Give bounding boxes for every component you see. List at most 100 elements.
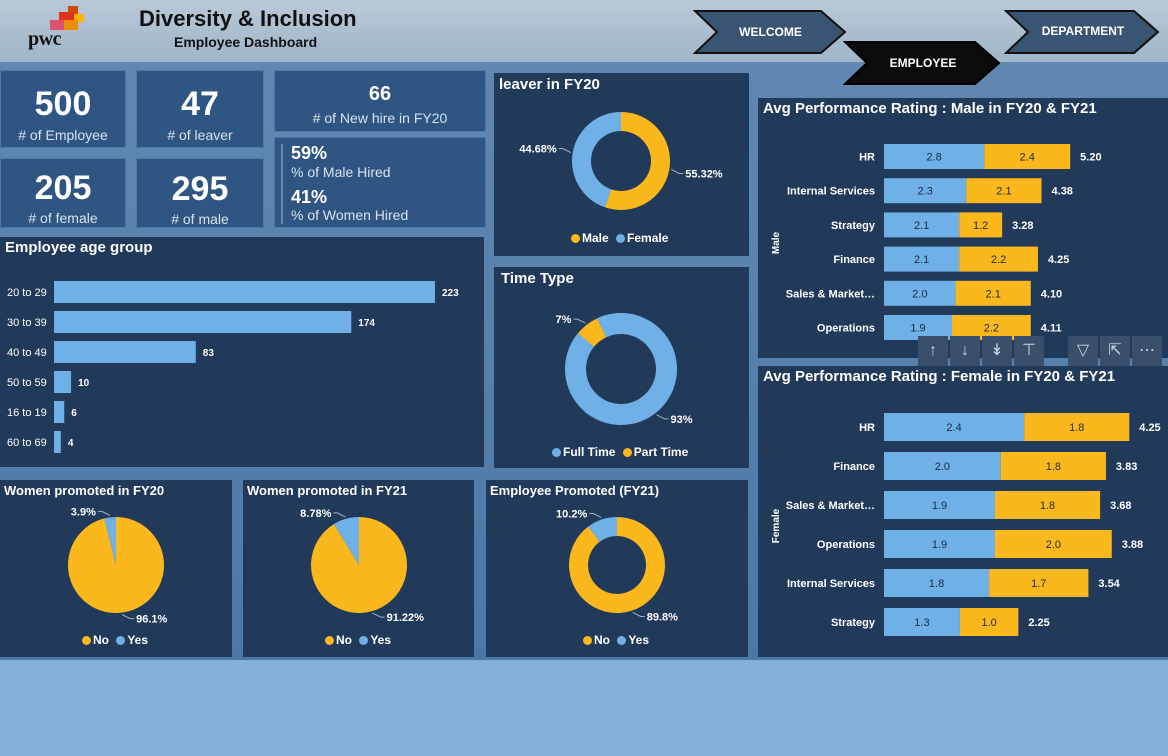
category-label: HR — [859, 152, 875, 164]
data-label: 7% — [556, 314, 572, 326]
total-value-label: 3.28 — [1012, 220, 1033, 232]
legend-no-marker — [325, 636, 334, 645]
women-fy21-panel[interactable]: Women promoted in FY21 91.22% 8.78% No Ye… — [243, 480, 474, 657]
legend-no-label: No — [93, 633, 109, 647]
age-group-chart: 20 to 29 223 30 to 39 174 40 to 49 83 50 to 59… — [7, 281, 459, 453]
total-value-label: 3.88 — [1122, 539, 1143, 551]
women-fy21-chart: 91.22% 8.78% — [300, 508, 425, 624]
age-bar — [54, 431, 61, 453]
kpi-hired-card: 59% % of Male Hired 41% % of Women Hired — [274, 137, 486, 228]
nav-department-button[interactable]: DEPARTMENT — [1004, 9, 1162, 55]
time-type-legend: Full Time Part Time — [552, 445, 688, 459]
age-value-label: 6 — [71, 408, 77, 419]
segment-value-label: 1.9 — [910, 323, 925, 335]
age-value-label: 174 — [358, 318, 375, 329]
data-label: 10.2% — [556, 509, 587, 521]
leader-line — [121, 614, 135, 620]
legend-no-marker — [583, 636, 592, 645]
category-label: Sales & Market… — [786, 500, 875, 512]
age-bar — [54, 371, 72, 393]
total-value-label: 4.25 — [1048, 254, 1069, 266]
segment-value-label: 2.4 — [946, 422, 961, 434]
segment-value-label: 2.1 — [996, 186, 1011, 198]
leader-line — [97, 510, 111, 516]
total-value-label: 5.20 — [1080, 152, 1101, 164]
segment-value-label: 1.7 — [1031, 578, 1046, 590]
kpi-female-label: # of female — [28, 210, 98, 226]
category-label: Strategy — [831, 617, 876, 629]
data-label: 96.1% — [136, 614, 167, 626]
segment-value-label: 2.8 — [926, 152, 941, 164]
total-value-label: 4.25 — [1139, 422, 1160, 434]
category-label: Strategy — [831, 220, 876, 232]
legend-yes-label: Yes — [370, 633, 392, 647]
data-label: 91.22% — [387, 612, 425, 624]
total-value-label: 4.38 — [1052, 186, 1073, 198]
leaver-panel[interactable]: leaver in FY20 55.32% 44.68% Male Female — [494, 73, 749, 256]
total-value-label: 4.11 — [1041, 323, 1062, 335]
legend-no-marker — [82, 636, 91, 645]
kpi-male-label: # of male — [171, 211, 229, 227]
legend-yes-label: Yes — [628, 633, 650, 647]
category-label: Sales & Market… — [786, 288, 875, 300]
employee-promoted-panel[interactable]: Employee Promoted (FY21) 89.8% 10.2% No Y… — [486, 480, 748, 657]
legend-male-marker — [571, 234, 580, 243]
nav-welcome-label: WELCOME — [739, 25, 802, 39]
expand-all-icon[interactable]: ↡ — [982, 336, 1012, 366]
kpi-hired-divider — [281, 144, 283, 224]
kpi-employees-card: 500 # of Employee — [0, 70, 126, 148]
women-fy20-panel[interactable]: Women promoted in FY20 96.1% 3.9% No Yes — [0, 480, 232, 657]
kpi-male-card: 295 # of male — [136, 158, 264, 228]
age-category-label: 50 to 59 — [7, 377, 47, 389]
segment-value-label: 1.8 — [1040, 500, 1055, 512]
segment-value-label: 2.0 — [912, 288, 927, 300]
arrow-down-icon[interactable]: ↓ — [950, 336, 980, 366]
legend-yes-label: Yes — [127, 633, 149, 647]
page-title: Diversity & Inclusion — [139, 6, 357, 31]
women-hired-value: 41% — [291, 187, 328, 207]
segment-value-label: 2.2 — [984, 323, 999, 335]
age-bar — [54, 341, 196, 363]
arrow-up-icon[interactable]: ↑ — [918, 336, 948, 366]
kpi-new-hire-label: # of New hire in FY20 — [312, 110, 448, 126]
women-fy20-legend: No Yes — [82, 633, 148, 647]
women-fy20-chart: 96.1% 3.9% — [68, 506, 168, 626]
age-group-panel[interactable]: Employee age group 20 to 29 223 30 to 39 17… — [0, 237, 484, 467]
pwc-logo: pwc — [28, 6, 88, 54]
drill-icon[interactable]: ⊤ — [1014, 336, 1044, 366]
more-options-icon[interactable]: ⋯ — [1132, 336, 1162, 366]
age-category-label: 60 to 69 — [7, 437, 47, 449]
legend-yes-marker — [116, 636, 126, 645]
kpi-leavers-card: 47 # of leaver — [136, 70, 264, 148]
perf-female-panel[interactable]: Avg Performance Rating : Female in FY20 … — [758, 366, 1168, 657]
leader-line — [632, 612, 645, 617]
filter-icon[interactable]: ▽ — [1068, 336, 1098, 366]
perf-male-panel[interactable]: Avg Performance Rating : Male in FY20 & … — [758, 98, 1168, 358]
data-label: 93% — [671, 414, 693, 426]
legend-female-label: Female — [627, 231, 669, 245]
segment-value-label: 2.2 — [991, 254, 1006, 266]
leader-line — [558, 148, 571, 153]
nav-welcome-button[interactable]: WELCOME — [693, 9, 848, 55]
focus-mode-icon[interactable]: ⇱ — [1100, 336, 1130, 366]
perf-female-chart: HR 2.4 1.8 4.25 Finance 2.0 1.8 3.83 Sales & Mar… — [771, 413, 1161, 636]
nav-employee-button[interactable]: EMPLOYEE — [843, 40, 1003, 86]
leader-line — [573, 318, 586, 324]
age-bar — [54, 401, 65, 423]
employee-promoted-chart: 89.8% 10.2% — [556, 509, 678, 624]
segment-value-label: 2.4 — [1020, 152, 1035, 164]
legend-no-label: No — [336, 633, 352, 647]
kpi-leavers-label: # of leaver — [167, 127, 233, 143]
kpi-employees-label: # of Employee — [18, 127, 108, 143]
women-fy21-legend: No Yes — [325, 633, 391, 647]
age-category-label: 16 to 19 — [7, 407, 47, 419]
leaver-legend: Male Female — [571, 231, 668, 245]
leader-line — [671, 169, 684, 174]
segment-value-label: 1.2 — [973, 220, 988, 232]
kpi-employees-value: 500 — [34, 85, 92, 123]
age-category-label: 30 to 39 — [7, 317, 47, 329]
time-type-panel[interactable]: Time Type 93% 7% Full Time Part Time — [494, 267, 749, 468]
male-hired-label: % of Male Hired — [291, 164, 391, 180]
category-label: Finance — [833, 461, 875, 473]
legend-full-time-marker — [552, 448, 561, 457]
